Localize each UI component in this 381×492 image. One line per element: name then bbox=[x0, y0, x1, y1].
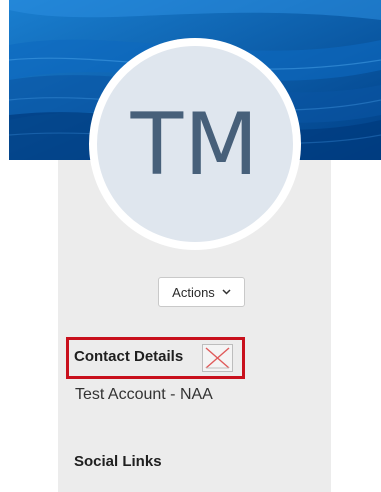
chevron-down-icon bbox=[222, 289, 231, 295]
account-name: Test Account - NAA bbox=[75, 386, 213, 403]
avatar-circle: TM bbox=[97, 46, 293, 242]
actions-label: Actions bbox=[172, 284, 215, 300]
actions-dropdown-button[interactable]: Actions bbox=[158, 277, 245, 307]
social-links-heading: Social Links bbox=[74, 453, 162, 470]
profile-page: TM Actions Contact Details Test Account … bbox=[0, 0, 381, 492]
broken-image-icon bbox=[202, 344, 233, 372]
contact-details-heading: Contact Details bbox=[74, 348, 184, 365]
avatar-initials: TM bbox=[130, 95, 260, 195]
avatar: TM bbox=[89, 38, 301, 250]
